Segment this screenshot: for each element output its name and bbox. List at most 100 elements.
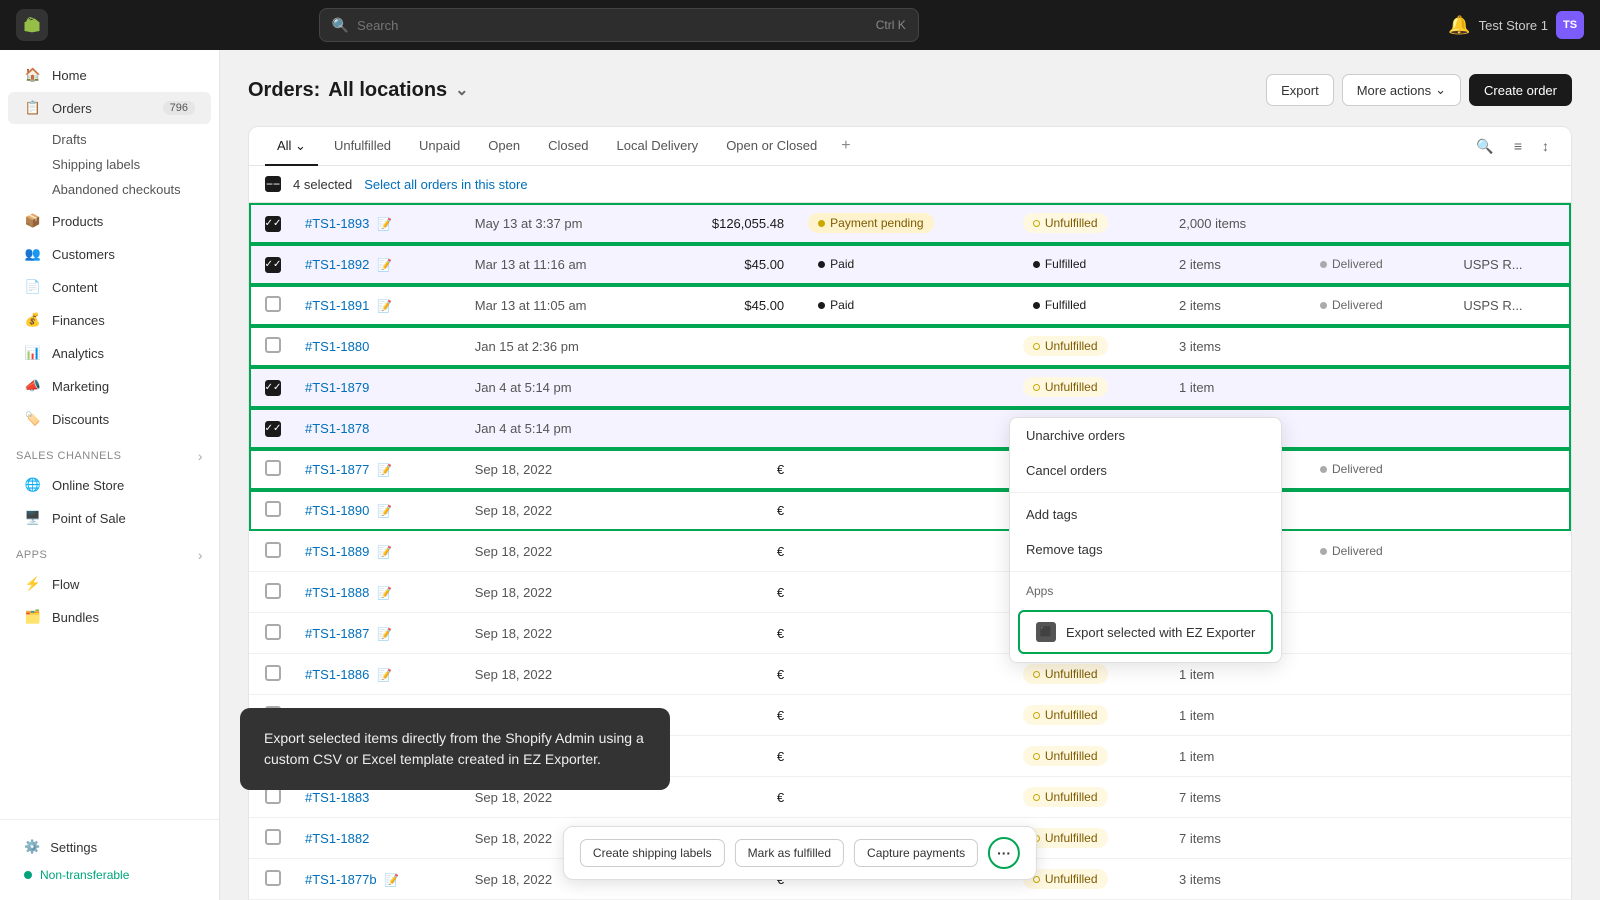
- sidebar-item-customers[interactable]: 👥 Customers: [8, 238, 211, 270]
- row-checkbox[interactable]: [265, 583, 281, 599]
- order-number[interactable]: #TS1-1879: [305, 380, 369, 395]
- sales-channels-chevron-icon[interactable]: ›: [198, 448, 203, 464]
- tab-local-delivery[interactable]: Local Delivery: [605, 128, 711, 165]
- table-row: #TS1-1891 📝 Mar 13 at 11:05 am $45.00 Pa…: [249, 285, 1571, 326]
- export-button[interactable]: Export: [1266, 74, 1334, 106]
- order-date: Jan 15 at 2:36 pm: [463, 326, 658, 367]
- tab-all[interactable]: All ⌄: [265, 128, 318, 166]
- tab-unpaid[interactable]: Unpaid: [407, 128, 472, 165]
- row-checkbox[interactable]: [265, 337, 281, 353]
- context-menu-add-tags[interactable]: Add tags: [1010, 497, 1281, 532]
- more-actions-circle-button[interactable]: ···: [988, 837, 1020, 869]
- order-number[interactable]: #TS1-1886: [305, 667, 369, 682]
- add-tab-button[interactable]: +: [833, 127, 858, 165]
- sidebar-item-content[interactable]: 📄 Content: [8, 271, 211, 303]
- mark-fulfilled-button[interactable]: Mark as fulfilled: [735, 839, 844, 867]
- table-row: #TS1-1887 📝 Sep 18, 2022 € Unfulfilled 1…: [249, 613, 1571, 654]
- sidebar-item-marketing[interactable]: 📣 Marketing: [8, 370, 211, 402]
- order-number[interactable]: #TS1-1893: [305, 216, 369, 231]
- order-number[interactable]: #TS1-1887: [305, 626, 369, 641]
- order-payment-status: [796, 654, 1011, 695]
- row-checkbox[interactable]: ✓: [265, 216, 281, 232]
- row-checkbox[interactable]: ✓: [265, 380, 281, 396]
- row-checkbox[interactable]: [265, 624, 281, 640]
- sidebar-bottom: ⚙️ Settings Non-transferable: [0, 819, 219, 900]
- sidebar-item-settings[interactable]: ⚙️ Settings: [16, 832, 203, 862]
- search-input[interactable]: [357, 18, 868, 33]
- tab-open[interactable]: Open: [476, 128, 532, 165]
- search-filter-button[interactable]: 🔍: [1470, 132, 1499, 161]
- create-order-button[interactable]: Create order: [1469, 74, 1572, 106]
- select-all-link[interactable]: Select all orders in this store: [364, 177, 527, 192]
- capture-payments-button[interactable]: Capture payments: [854, 839, 978, 867]
- order-delivery-status: [1298, 777, 1451, 818]
- more-actions-button[interactable]: More actions ⌄: [1342, 74, 1461, 106]
- sidebar-item-finances[interactable]: 💰 Finances: [8, 304, 211, 336]
- context-menu-remove-tags[interactable]: Remove tags: [1010, 532, 1281, 567]
- apps-chevron-icon[interactable]: ›: [198, 547, 203, 563]
- note-icon: 📝: [377, 504, 392, 518]
- sidebar-item-flow[interactable]: ⚡ Flow: [8, 568, 211, 600]
- sidebar-item-online-store[interactable]: 🌐 Online Store: [8, 469, 211, 501]
- context-menu-cancel[interactable]: Cancel orders: [1010, 453, 1281, 488]
- order-number[interactable]: #TS1-1883: [305, 790, 369, 805]
- flow-icon: ⚡: [24, 575, 42, 593]
- sidebar-item-pos[interactable]: 🖥️ Point of Sale: [8, 502, 211, 534]
- context-menu-unarchive[interactable]: Unarchive orders: [1010, 418, 1281, 453]
- order-carrier: [1451, 367, 1571, 408]
- order-number[interactable]: #TS1-1877b: [305, 872, 377, 887]
- row-checkbox[interactable]: ✓: [265, 257, 281, 273]
- order-items: 2 items: [1167, 285, 1298, 326]
- row-checkbox[interactable]: [265, 460, 281, 476]
- order-delivery-status: [1298, 408, 1451, 449]
- non-transferable-item[interactable]: Non-transferable: [16, 862, 203, 888]
- order-payment-status: [796, 777, 1011, 818]
- order-number[interactable]: #TS1-1877: [305, 462, 369, 477]
- order-number[interactable]: #TS1-1892: [305, 257, 369, 272]
- table-row: ✓ #TS1-1878 Jan 4 at 5:14 pm Unfulfilled…: [249, 408, 1571, 449]
- tab-open-or-closed[interactable]: Open or Closed: [714, 128, 829, 165]
- sidebar-item-bundles[interactable]: 🗂️ Bundles: [8, 601, 211, 633]
- sidebar-flow-label: Flow: [52, 577, 79, 592]
- order-number[interactable]: #TS1-1888: [305, 585, 369, 600]
- sidebar-item-home[interactable]: 🏠 Home: [8, 59, 211, 91]
- notification-bell-icon[interactable]: 🔔: [1448, 15, 1470, 36]
- create-shipping-labels-button[interactable]: Create shipping labels: [580, 839, 725, 867]
- sidebar-item-products[interactable]: 📦 Products: [8, 205, 211, 237]
- order-number[interactable]: #TS1-1890: [305, 503, 369, 518]
- sidebar: 🏠 Home 📋 Orders 796 Drafts Shipping labe…: [0, 50, 220, 900]
- sidebar-item-drafts[interactable]: Drafts: [44, 127, 219, 152]
- pos-icon: 🖥️: [24, 509, 42, 527]
- search-shortcut: Ctrl K: [876, 18, 906, 32]
- sidebar-item-discounts[interactable]: 🏷️ Discounts: [8, 403, 211, 435]
- ez-exporter-button[interactable]: ⬛ Export selected with EZ Exporter: [1018, 610, 1273, 654]
- order-number[interactable]: #TS1-1882: [305, 831, 369, 846]
- row-checkbox[interactable]: [265, 665, 281, 681]
- order-payment-status: [796, 490, 1011, 531]
- filter-button[interactable]: ≡: [1508, 132, 1528, 160]
- store-selector[interactable]: Test Store 1 TS: [1479, 11, 1584, 39]
- sidebar-item-orders[interactable]: 📋 Orders 796: [8, 92, 211, 124]
- row-checkbox[interactable]: [265, 542, 281, 558]
- sidebar-item-abandoned-checkouts[interactable]: Abandoned checkouts: [44, 177, 219, 202]
- row-checkbox[interactable]: [265, 296, 281, 312]
- page-header: Orders: All locations ⌄ Export More acti…: [248, 74, 1572, 106]
- order-delivery-status: [1298, 203, 1451, 244]
- order-number[interactable]: #TS1-1880: [305, 339, 369, 354]
- tab-closed[interactable]: Closed: [536, 128, 600, 165]
- order-number[interactable]: #TS1-1889: [305, 544, 369, 559]
- row-checkbox[interactable]: [265, 829, 281, 845]
- row-checkbox[interactable]: [265, 501, 281, 517]
- sidebar-item-shipping-labels[interactable]: Shipping labels: [44, 152, 219, 177]
- sort-button[interactable]: ↕: [1536, 132, 1555, 160]
- row-checkbox[interactable]: [265, 870, 281, 886]
- search-bar[interactable]: 🔍 Ctrl K: [319, 8, 919, 42]
- tab-unfulfilled[interactable]: Unfulfilled: [322, 128, 403, 165]
- row-checkbox[interactable]: ✓: [265, 421, 281, 437]
- select-all-checkbox[interactable]: −: [265, 176, 281, 192]
- sidebar-item-analytics[interactable]: 📊 Analytics: [8, 337, 211, 369]
- location-chevron-icon[interactable]: ⌄: [455, 80, 468, 100]
- order-number[interactable]: #TS1-1891: [305, 298, 369, 313]
- bulk-select-bar: − 4 selected Select all orders in this s…: [249, 166, 1571, 203]
- order-number[interactable]: #TS1-1878: [305, 421, 369, 436]
